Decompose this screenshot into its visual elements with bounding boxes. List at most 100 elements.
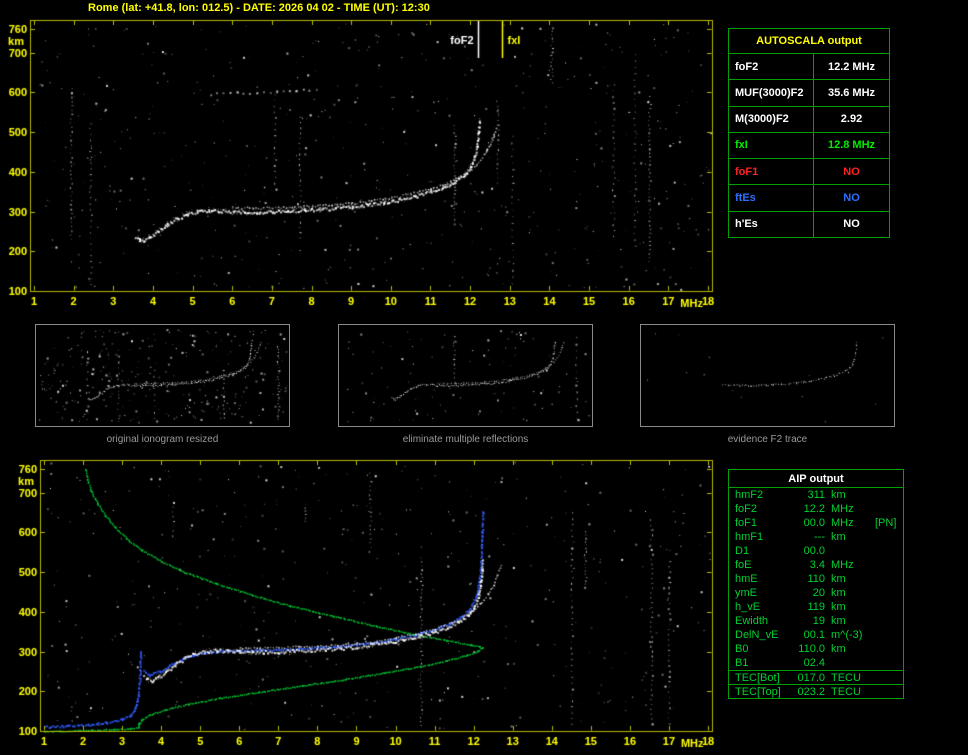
param-unit: km xyxy=(831,489,846,501)
param-unit: m^(-3) xyxy=(831,629,863,641)
param-label: DelN_vE xyxy=(735,629,779,641)
param-label: foE xyxy=(735,559,752,571)
param-label: fxI xyxy=(735,139,748,152)
autoscala-row-fxi: fxI 12.8 MHz xyxy=(729,131,889,159)
param-extra: [PN] xyxy=(875,517,897,529)
autoscala-row-muf-3000-f2: MUF(3000)F2 35.6 MHz xyxy=(729,79,889,106)
thumbnail-f2-trace xyxy=(640,324,895,427)
autoscala-row-fof2: foF2 12.2 MHz xyxy=(729,53,889,80)
param-unit: km xyxy=(831,643,846,655)
param-value: 00.0 xyxy=(803,545,825,557)
autoscala-row-m-3000-f2: M(3000)F2 2.92 xyxy=(729,105,889,132)
param-label: hmE xyxy=(735,573,758,585)
aip-panel-title: AIP output xyxy=(729,470,903,488)
aip-row-fof2: foF2 12.2 MHz xyxy=(729,502,903,516)
param-unit: TECU xyxy=(831,685,861,698)
param-value: 311 xyxy=(807,489,825,501)
param-label: Ewidth xyxy=(735,615,769,627)
param-unit: MHz xyxy=(831,559,854,571)
thumbnail-caption-original: original ionogram resized xyxy=(106,434,219,445)
aip-row-ewidth: Ewidth 19 km xyxy=(729,614,903,628)
param-unit: km xyxy=(831,615,846,627)
param-label: MUF(3000)F2 xyxy=(735,86,804,99)
thumbnail-no-reflections-canvas xyxy=(339,325,592,426)
param-unit: MHz xyxy=(831,517,854,529)
autoscala-rows: foF2 12.2 MHz MUF(3000)F2 35.6 MHz M(3000)F2… xyxy=(729,53,889,237)
param-label: foF2 xyxy=(735,503,758,515)
param-value: 19 xyxy=(812,615,825,627)
page-title: Rome (lat: +41.8, lon: 012.5) - DATE: 20… xyxy=(88,2,430,14)
param-label: TEC[Top] xyxy=(735,685,781,698)
aip-row-hmf1: hmF1 --- km xyxy=(729,530,903,544)
param-value: 2.92 xyxy=(813,106,889,132)
param-value: 12.8 MHz xyxy=(813,132,889,159)
autoscala-row-ftes: ftEs NO xyxy=(729,184,889,211)
param-value: 02.4 xyxy=(803,657,825,669)
autoscala-output-panel: AUTOSCALA output foF2 12.2 MHz MUF(3000)F2… xyxy=(728,28,890,238)
aip-rows: hmF2 311 km foF2 12.2 MHz foF1 00.0 MHz [PN] hmF1 -… xyxy=(729,488,903,670)
param-label: D1 xyxy=(735,545,750,557)
param-unit: km xyxy=(831,531,846,543)
aip-row-yme: ymE 20 km xyxy=(729,586,903,600)
aip-row-deln-ve: DelN_vE 00.1 m^(-3) xyxy=(729,628,903,642)
aip-row-foe: foE 3.4 MHz xyxy=(729,558,903,572)
aip-row-b1: B1 02.4 xyxy=(729,656,903,670)
param-value: 110.0 xyxy=(798,643,825,655)
ionogram-plot-canvas xyxy=(0,16,724,312)
param-label: hmF2 xyxy=(735,489,764,501)
aip-tec-rows: TEC[Bot] 017.0 TECU TEC[Top] 023.2 TECU xyxy=(729,670,903,698)
thumbnail-caption-f2: evidence F2 trace xyxy=(727,434,808,445)
thumbnail-original-ionogram xyxy=(35,324,290,427)
aip-row-hmf2: hmF2 311 km xyxy=(729,488,903,502)
param-unit: km xyxy=(831,587,846,599)
param-unit: km xyxy=(831,601,846,613)
param-value: 119 xyxy=(807,601,825,613)
aip-row-tec-top: TEC[Top] 023.2 TECU xyxy=(729,684,903,698)
param-label: TEC[Bot] xyxy=(735,671,780,684)
param-value: 12.2 xyxy=(803,503,825,515)
param-label: foF1 xyxy=(735,165,759,178)
param-label: h_vE xyxy=(735,601,761,613)
autoscala-row-fof1: foF1 NO xyxy=(729,158,889,185)
autoscala-row-h-es: h'Es NO xyxy=(729,210,889,237)
param-label: hmF1 xyxy=(735,531,764,543)
param-unit: km xyxy=(831,573,846,585)
aip-row-tec-bot: TEC[Bot] 017.0 TECU xyxy=(729,671,903,684)
param-unit: MHz xyxy=(831,503,854,515)
param-value: 3.4 xyxy=(809,559,825,571)
aip-row-h-ve: h_vE 119 km xyxy=(729,600,903,614)
thumbnail-original-canvas xyxy=(36,325,289,426)
profile-plot-canvas xyxy=(0,456,724,755)
param-value: NO xyxy=(813,159,889,185)
autoscala-application-window: Rome (lat: +41.8, lon: 012.5) - DATE: 20… xyxy=(0,0,968,755)
param-label: h'Es xyxy=(735,218,758,231)
aip-output-panel: AIP output hmF2 311 km foF2 12.2 MHz foF1 00.0 M… xyxy=(728,469,904,699)
param-value: 017.0 xyxy=(797,671,825,684)
param-label: M(3000)F2 xyxy=(735,113,789,126)
aip-row-fof1: foF1 00.0 MHz [PN] xyxy=(729,516,903,530)
param-value: 023.2 xyxy=(797,685,825,698)
param-label: B0 xyxy=(735,643,749,655)
aip-row-d1: D1 00.0 xyxy=(729,544,903,558)
aip-row-b0: B0 110.0 km xyxy=(729,642,903,656)
aip-row-hme: hmE 110 km xyxy=(729,572,903,586)
thumbnail-f2-trace-canvas xyxy=(641,325,894,426)
param-unit: TECU xyxy=(831,671,861,684)
param-value: 110 xyxy=(807,573,825,585)
param-value: --- xyxy=(814,531,825,543)
param-label: B1 xyxy=(735,657,749,669)
thumbnail-no-reflections xyxy=(338,324,593,427)
param-value: 00.1 xyxy=(803,629,825,641)
param-value: NO xyxy=(813,211,889,237)
param-value: 12.2 MHz xyxy=(813,54,889,80)
thumbnail-caption-reflections: eliminate multiple reflections xyxy=(402,434,529,445)
param-value: 20 xyxy=(812,587,825,599)
autoscala-panel-title: AUTOSCALA output xyxy=(756,35,862,47)
param-value: 35.6 MHz xyxy=(813,80,889,106)
param-label: ymE xyxy=(735,587,757,599)
param-label: foF1 xyxy=(735,517,758,529)
param-label: foF2 xyxy=(735,60,759,73)
param-value: 00.0 xyxy=(803,517,825,529)
param-value: NO xyxy=(813,185,889,211)
param-label: ftEs xyxy=(735,192,756,205)
